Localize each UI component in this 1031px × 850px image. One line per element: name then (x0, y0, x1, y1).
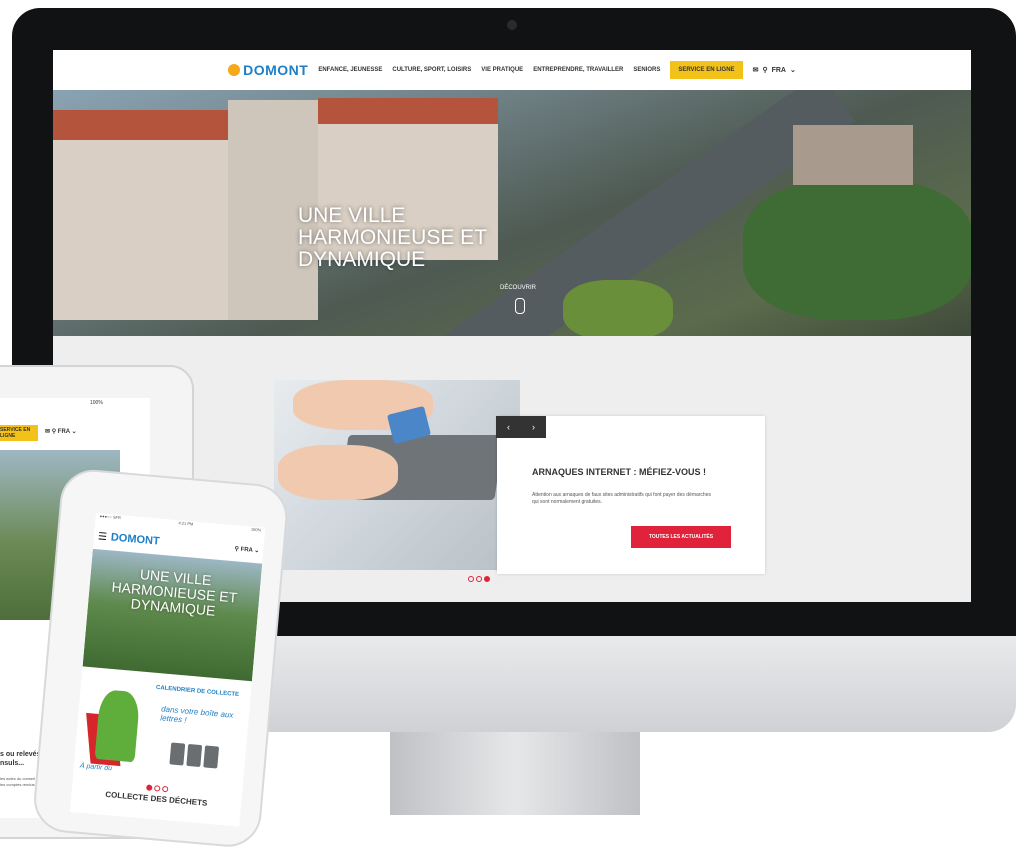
site-header: DOMONT ENFANCE, JEUNESSE CULTURE, SPORT,… (53, 50, 971, 90)
nav-enfance[interactable]: ENFANCE, JEUNESSE (318, 67, 382, 73)
tablet-service-button[interactable]: SERVICE EN LIGNE (0, 425, 38, 441)
header-tools: ✉ ⚲ FRA ⌄ (753, 66, 796, 75)
tablet-language[interactable]: FRA (58, 429, 70, 435)
hamburger-menu-icon[interactable]: ☰ (98, 531, 108, 543)
news-title[interactable]: ARNAQUES INTERNET : MÉFIEZ-VOUS ! (532, 467, 706, 477)
search-icon[interactable]: ⚲ (52, 429, 56, 435)
trees (563, 280, 673, 336)
building-roof (53, 110, 233, 140)
phone-screen: ●●●○○ SFR 4:21 PM 100% ☰ DOMONT ⚲ FRA ⌄ … (69, 513, 266, 827)
prev-arrow-icon[interactable]: ‹ (507, 422, 510, 432)
tablet-tools: ✉ ⚲ FRA ⌄ (45, 428, 77, 435)
carousel-dots (468, 576, 490, 582)
chevron-down-icon[interactable]: ⌄ (254, 547, 260, 553)
chevron-down-icon[interactable]: ⌄ (72, 429, 77, 435)
discover-link[interactable]: DÉCOUVRIR (500, 285, 536, 291)
trash-bin-icon (203, 745, 220, 769)
nav-culture[interactable]: CULTURE, SPORT, LOISIRS (392, 67, 471, 73)
carousel-dot-active[interactable] (146, 784, 153, 791)
slider-nav: ‹ › (496, 416, 546, 438)
clock: 4:21 PM (178, 520, 194, 527)
signal-indicator: ●●●○○ SFR (99, 513, 122, 521)
trash-bin-icon (169, 742, 186, 766)
trash-bin-icon (186, 743, 203, 768)
phone-logo[interactable]: DOMONT (110, 531, 160, 547)
phone-tools: ⚲ FRA ⌄ (234, 545, 259, 554)
carousel-dot[interactable] (161, 785, 169, 793)
mail-icon[interactable]: ✉ (45, 429, 50, 435)
carousel-dot-active[interactable] (484, 576, 490, 582)
hand-image (278, 445, 398, 500)
nav-entreprendre[interactable]: ENTREPRENDRE, TRAVAILLER (533, 67, 623, 73)
building (53, 120, 233, 320)
house (793, 125, 913, 185)
language-selector[interactable]: FRA (772, 67, 786, 74)
search-icon[interactable]: ⚲ (234, 546, 239, 552)
hero-title: UNE VILLE HARMONIEUSE ET DYNAMIQUE (298, 204, 487, 271)
service-en-ligne-button[interactable]: SERVICE EN LIGNE (670, 61, 743, 79)
scroll-down-icon[interactable] (515, 298, 525, 314)
camera (507, 20, 517, 30)
all-news-button[interactable]: TOUTES LES ACTUALITÉS (631, 526, 731, 548)
nav-seniors[interactable]: SENIORS (633, 67, 660, 73)
imac-stand (390, 732, 640, 815)
tablet-status: 100% (90, 400, 103, 406)
next-arrow-icon[interactable]: › (532, 422, 535, 432)
phone-language[interactable]: FRA (240, 546, 253, 553)
site-logo[interactable]: DOMONT (228, 62, 308, 78)
building-roof (318, 98, 498, 124)
search-icon[interactable]: ⚲ (762, 66, 767, 74)
mail-icon[interactable]: ✉ (753, 66, 759, 74)
carousel-dot[interactable] (476, 576, 482, 582)
chevron-down-icon[interactable]: ⌄ (790, 66, 796, 74)
phone-carousel-dots (146, 784, 169, 793)
battery-indicator: 100% (250, 526, 262, 533)
carousel-dot[interactable] (153, 785, 161, 792)
nav-vie-pratique[interactable]: VIE PRATIQUE (481, 67, 523, 73)
carousel-dot[interactable] (468, 576, 474, 582)
trees (743, 180, 971, 320)
news-text: Attention aux arnaques de faux sites adm… (532, 492, 711, 505)
hero-banner: UNE VILLE HARMONIEUSE ET DYNAMIQUE DÉCOU… (53, 90, 971, 336)
logo-icon (228, 64, 241, 76)
